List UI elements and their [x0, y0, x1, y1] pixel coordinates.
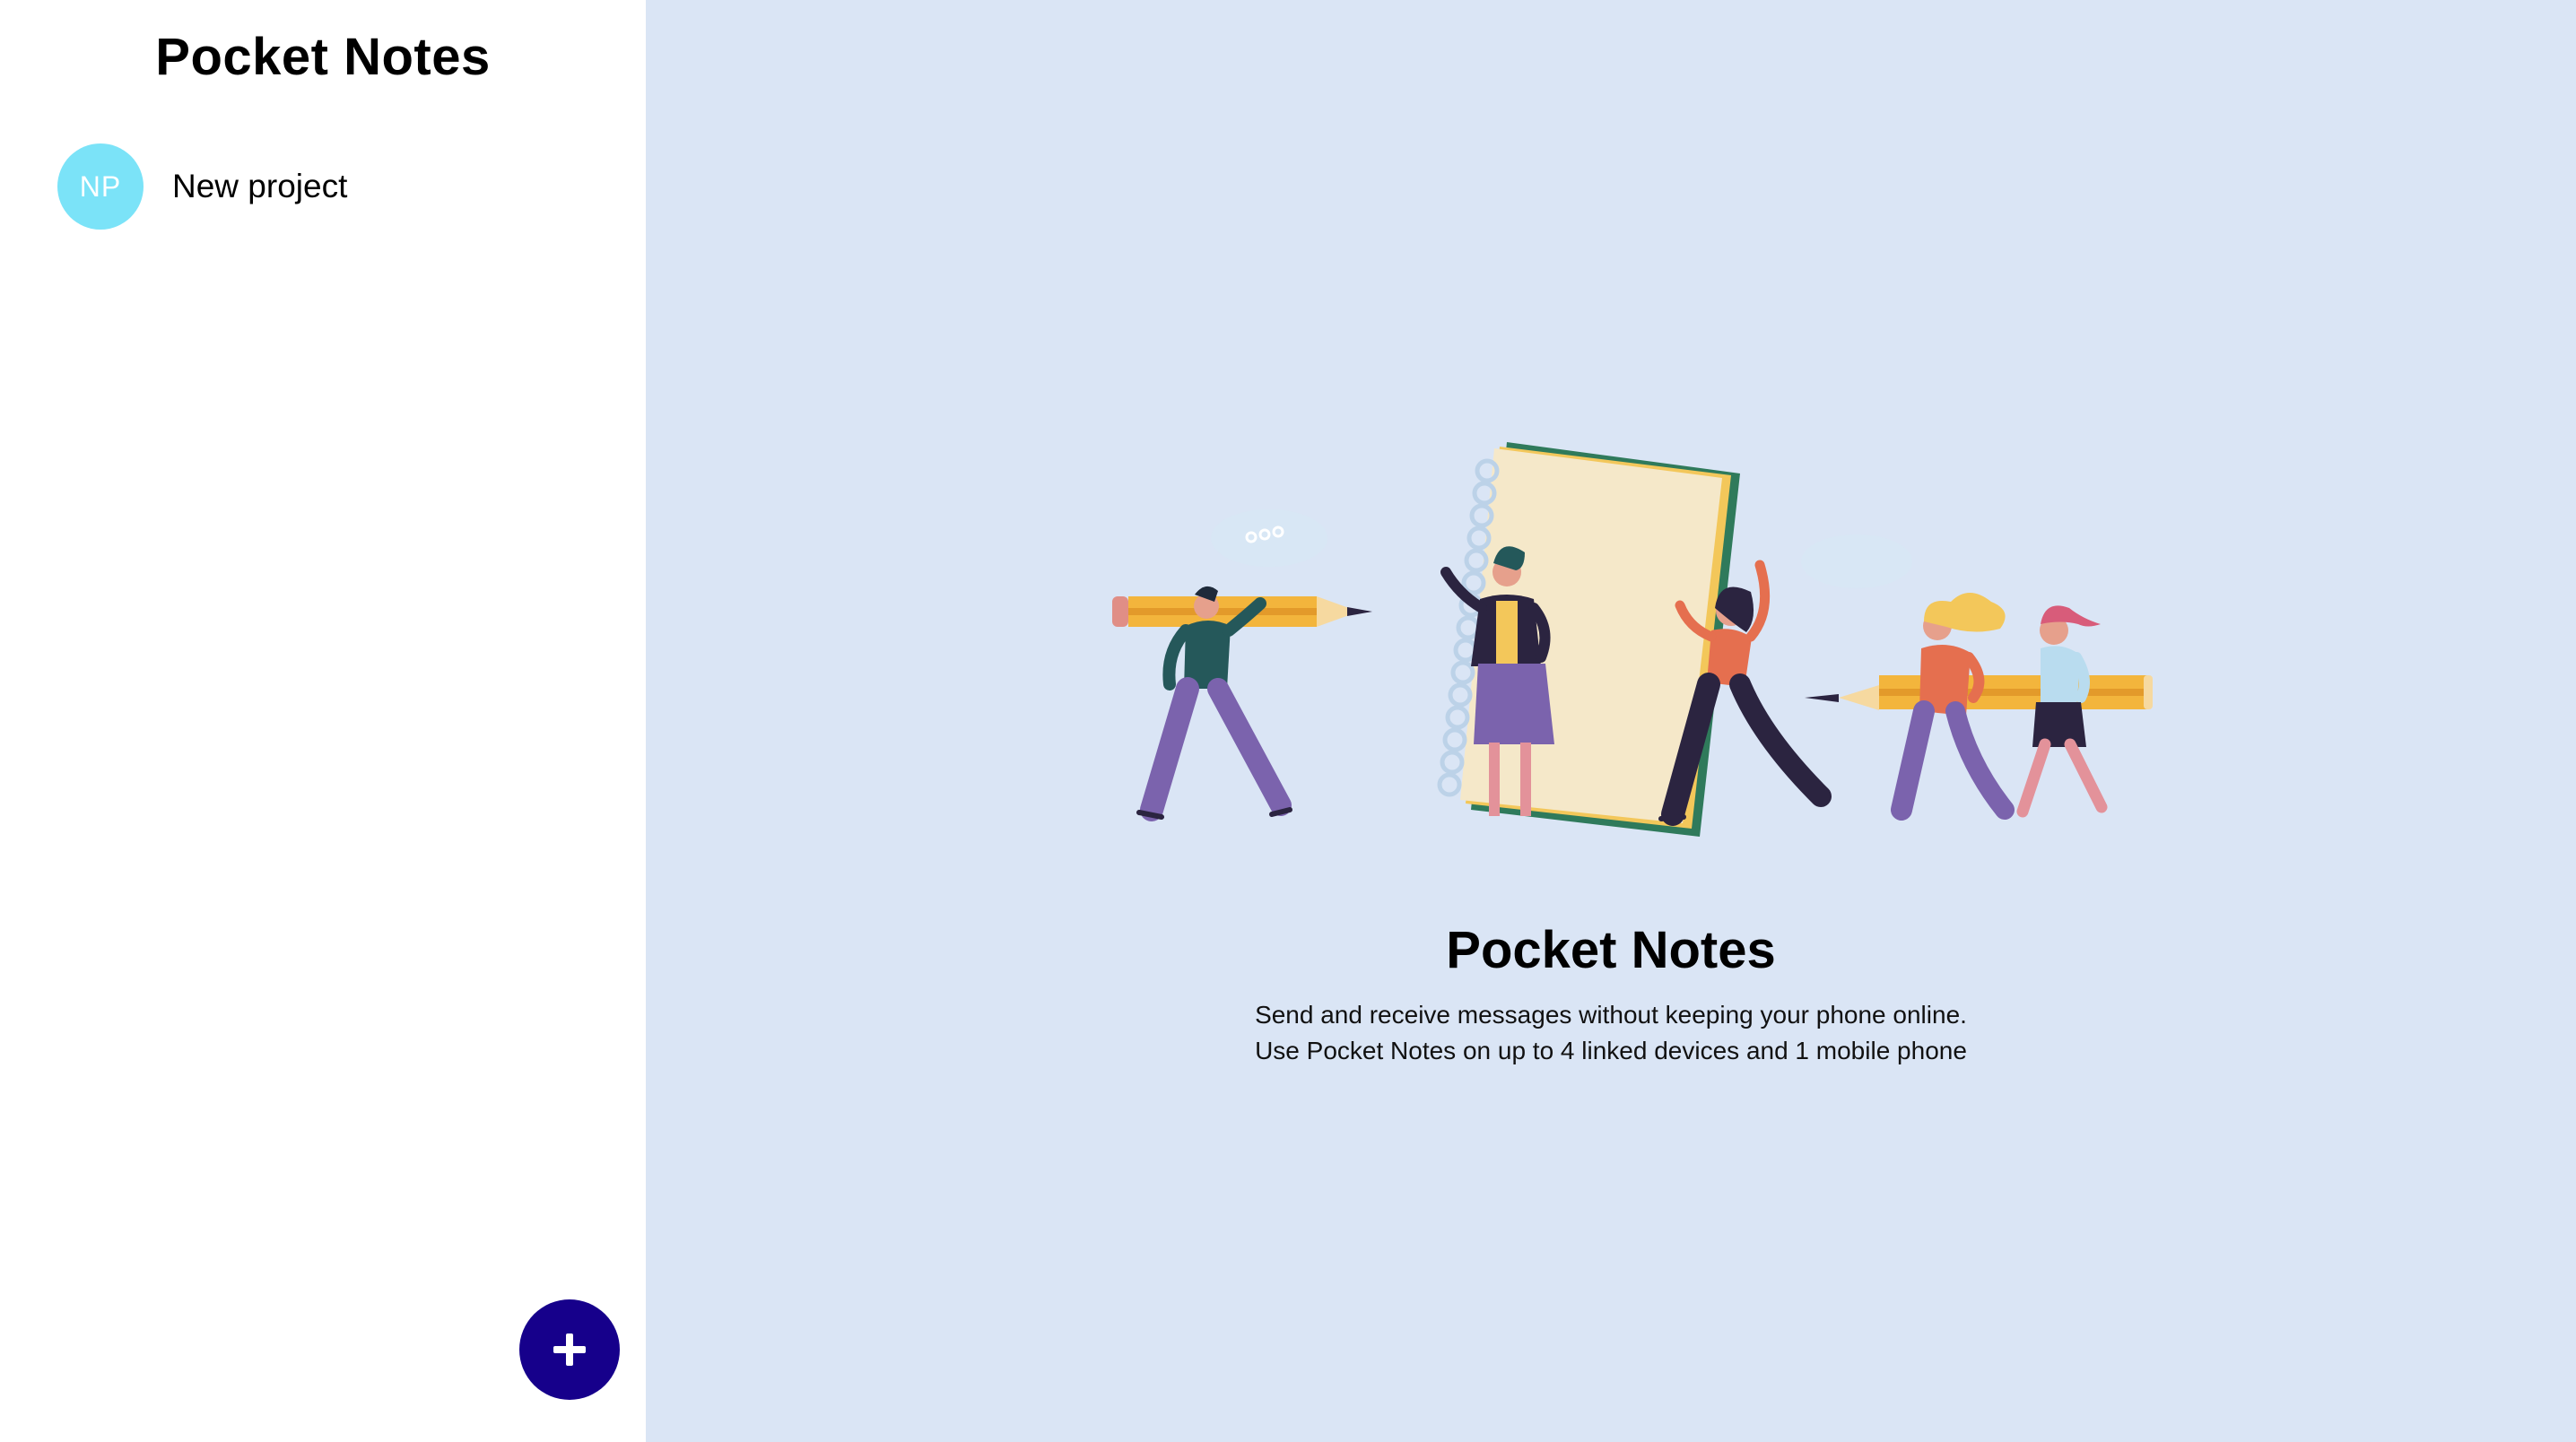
sidebar-title: Pocket Notes: [155, 28, 491, 86]
group-name: New project: [172, 168, 348, 204]
main-panel: Pocket Notes Send and receive messages w…: [646, 0, 2576, 1442]
add-group-button[interactable]: [519, 1299, 620, 1400]
people-with-pencils-and-notebook-illustration: [1112, 442, 2153, 837]
sidebar: Pocket Notes NP New project: [0, 0, 646, 1442]
group-item-new-project[interactable]: NP New project: [57, 143, 347, 230]
description-line-1: Send and receive messages without keepin…: [1255, 1001, 1967, 1029]
group-avatar: NP: [57, 143, 144, 230]
plus-icon: [553, 1333, 586, 1366]
group-initials: NP: [79, 169, 122, 203]
description-line-2: Use Pocket Notes on up to 4 linked devic…: [1255, 1037, 1967, 1064]
main-title: Pocket Notes: [1446, 921, 1776, 979]
